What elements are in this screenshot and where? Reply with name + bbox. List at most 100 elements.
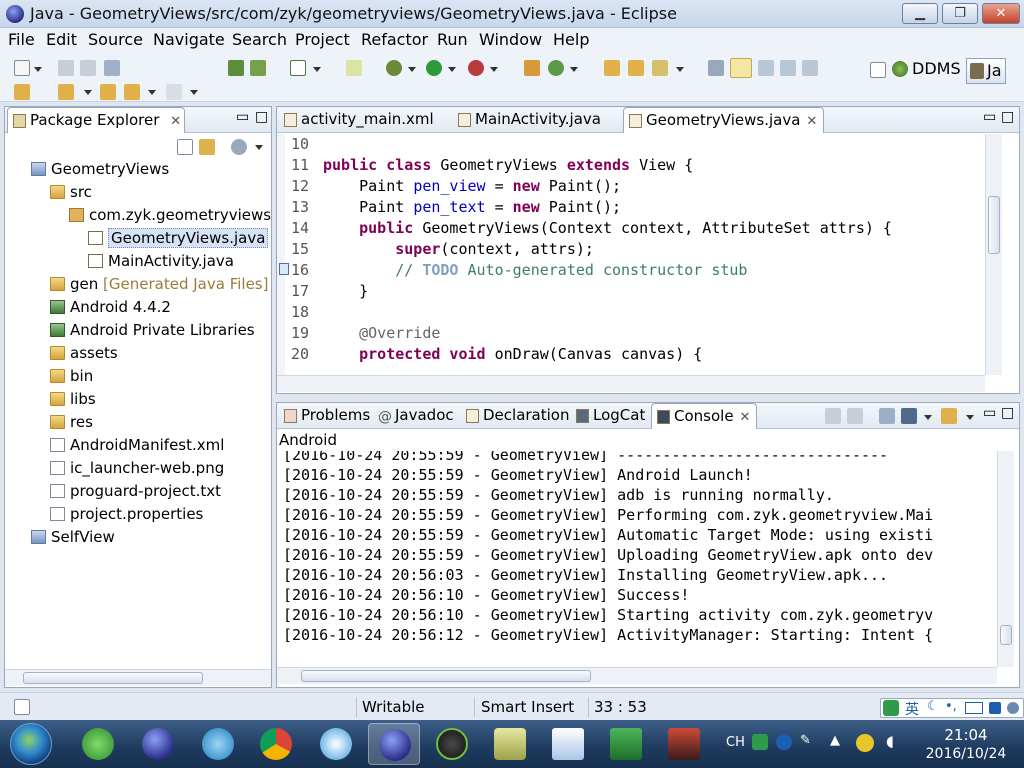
- display-console-icon[interactable]: [901, 408, 917, 424]
- clock-time[interactable]: 21:04: [916, 726, 1016, 744]
- close-icon[interactable]: ✕: [806, 114, 817, 129]
- forward-dropdown-icon[interactable]: [190, 90, 198, 95]
- scroll-lock-icon[interactable]: [847, 408, 863, 424]
- scroll-thumb[interactable]: [23, 672, 203, 684]
- open-perspective-icon[interactable]: [870, 62, 886, 78]
- tree-item-geometryviews-java[interactable]: GeometryViews.java: [88, 228, 269, 250]
- link-with-editor-icon[interactable]: [199, 139, 215, 155]
- forward-icon[interactable]: [166, 84, 182, 100]
- tab-activity-main-xml[interactable]: activity_main.xml: [279, 107, 440, 133]
- maximize-view-icon[interactable]: □: [1001, 405, 1014, 421]
- new-package-icon[interactable]: [548, 60, 564, 76]
- menu-navigate[interactable]: Navigate: [153, 30, 225, 49]
- tray-network-icon[interactable]: [856, 734, 874, 752]
- next-annotation-icon[interactable]: [14, 84, 30, 100]
- console-hscroll[interactable]: [277, 667, 997, 684]
- tree-item-private-libraries[interactable]: Android Private Libraries: [50, 320, 255, 342]
- tab-javadoc[interactable]: @ Javadoc: [373, 403, 460, 429]
- tray-pen-icon[interactable]: ✎: [800, 733, 811, 748]
- tray-language[interactable]: CH: [726, 735, 745, 750]
- new-class-icon[interactable]: [524, 60, 540, 76]
- menu-project[interactable]: Project: [295, 30, 350, 49]
- annotation-dropdown-icon[interactable]: [84, 90, 92, 95]
- new-android-project-icon[interactable]: [346, 60, 362, 76]
- ime-user-icon[interactable]: [989, 702, 1001, 714]
- tab-logcat[interactable]: LogCat: [571, 403, 651, 429]
- editor-vscroll[interactable]: [985, 134, 1002, 375]
- ime-language-label[interactable]: 英: [905, 699, 919, 719]
- taskbar-cloud[interactable]: [310, 723, 362, 765]
- tab-mainactivity-java[interactable]: MainActivity.java: [453, 107, 607, 133]
- pin-console-icon[interactable]: [879, 408, 895, 424]
- open-type-icon[interactable]: [604, 60, 620, 76]
- taskbar-browser[interactable]: [72, 723, 124, 765]
- tree-item-project-properties[interactable]: project.properties: [50, 504, 203, 526]
- perspective-ddms[interactable]: DDMS: [890, 58, 964, 82]
- tab-geometryviews-java[interactable]: GeometryViews.java ✕: [623, 107, 825, 133]
- tray-volume-icon[interactable]: ◖: [886, 732, 894, 750]
- menu-window[interactable]: Window: [479, 30, 542, 49]
- minimize-view-icon[interactable]: ▭: [983, 405, 996, 421]
- taskbar-notepad[interactable]: [542, 723, 594, 765]
- lint-check-icon[interactable]: [290, 60, 306, 76]
- console-output[interactable]: [2016-10-24 20:55:59 - GeometryView] ---…: [277, 451, 997, 651]
- block-select-icon[interactable]: [780, 60, 796, 76]
- ime-settings-icon[interactable]: [1007, 702, 1019, 714]
- new-icon[interactable]: [14, 60, 30, 76]
- tree-item-res[interactable]: res: [50, 412, 93, 434]
- run-icon[interactable]: [426, 60, 442, 76]
- task-marker-icon[interactable]: [279, 263, 289, 275]
- open-console-dropdown-icon[interactable]: [966, 415, 974, 420]
- new-dropdown-icon[interactable]: [34, 67, 42, 72]
- package-explorer-hscroll[interactable]: [5, 669, 271, 686]
- ime-punct-icon[interactable]: •,: [945, 699, 957, 714]
- scroll-thumb[interactable]: [1000, 625, 1012, 645]
- debug-icon[interactable]: [386, 60, 402, 76]
- whitespace-icon[interactable]: [758, 60, 774, 76]
- minimize-view-icon[interactable]: ▭: [236, 109, 249, 125]
- taskbar-recorder[interactable]: [658, 723, 710, 765]
- print-icon[interactable]: [104, 60, 120, 76]
- perspective-java[interactable]: Ja: [966, 58, 1006, 84]
- highlight-icon[interactable]: [730, 58, 752, 78]
- taskbar-eclipse-1[interactable]: [132, 723, 184, 765]
- tree-item-android-442[interactable]: Android 4.4.2: [50, 297, 171, 319]
- maximize-view-icon[interactable]: □: [1001, 109, 1014, 125]
- taskbar-chrome[interactable]: [250, 723, 302, 765]
- tree-item-mainactivity-java[interactable]: MainActivity.java: [88, 251, 234, 273]
- lint-dropdown-icon[interactable]: [313, 67, 321, 72]
- close-icon[interactable]: ✕: [740, 410, 751, 425]
- tree-item-gen[interactable]: gen [Generated Java Files]: [50, 274, 268, 296]
- ime-moon-icon[interactable]: ☾: [927, 699, 939, 714]
- menu-edit[interactable]: Edit: [46, 30, 77, 49]
- tray-help-icon[interactable]: [776, 734, 792, 750]
- menu-file[interactable]: File: [8, 30, 35, 49]
- tray-expand-icon[interactable]: ▲: [830, 733, 840, 748]
- close-icon[interactable]: ✕: [170, 114, 181, 129]
- external-tools-icon[interactable]: [468, 60, 484, 76]
- collapse-all-icon[interactable]: [177, 139, 193, 155]
- save-icon[interactable]: [58, 60, 74, 76]
- tree-item-assets[interactable]: assets: [50, 343, 118, 365]
- menu-search[interactable]: Search: [232, 30, 287, 49]
- tab-package-explorer[interactable]: Package Explorer ✕: [7, 107, 185, 133]
- maximize-view-icon[interactable]: □: [255, 109, 268, 125]
- view-menu-dropdown-icon[interactable]: [255, 145, 263, 150]
- tree-item-src[interactable]: src: [50, 182, 92, 204]
- tab-declaration[interactable]: Declaration: [461, 403, 575, 429]
- android-sdk-icon[interactable]: [228, 60, 244, 76]
- view-menu-icon[interactable]: [231, 139, 247, 155]
- toggle-mark-icon[interactable]: [708, 60, 724, 76]
- editor-hscroll[interactable]: [277, 375, 985, 392]
- display-console-dropdown-icon[interactable]: [924, 415, 932, 420]
- minimize-button[interactable]: ▁: [902, 3, 938, 24]
- close-button[interactable]: ✕: [982, 3, 1020, 24]
- scroll-thumb[interactable]: [988, 196, 1000, 254]
- taskbar-excel[interactable]: [600, 723, 652, 765]
- start-button[interactable]: [10, 723, 52, 765]
- previous-annotation-icon[interactable]: [58, 84, 74, 100]
- scroll-thumb[interactable]: [301, 670, 591, 682]
- menu-help[interactable]: Help: [553, 30, 589, 49]
- taskbar-eclipse-2[interactable]: [368, 723, 420, 765]
- maximize-button[interactable]: ❐: [942, 3, 978, 24]
